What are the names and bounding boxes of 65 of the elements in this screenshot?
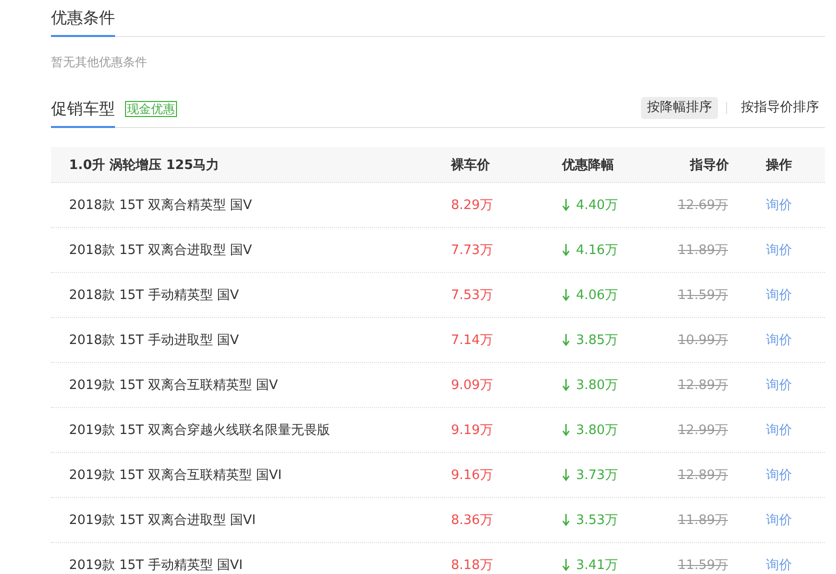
discount-amount: 4.40万 xyxy=(576,197,618,214)
table-cell-text: 2019款 15T 双离合进取型 国VI xyxy=(68,512,257,529)
sort-button[interactable]: 按降幅排序 xyxy=(641,97,718,119)
guide-price: 12.69万 xyxy=(678,198,728,213)
discount-amount: 4.16万 xyxy=(576,242,618,259)
table-cell-text: 8.18万 xyxy=(451,557,494,574)
guide-price: 10.99万 xyxy=(678,333,728,348)
table-cell-text: 9.16万 xyxy=(451,467,494,484)
inquire-link[interactable]: 询价 xyxy=(766,468,792,483)
note-text: 暂无其他优惠条件 xyxy=(51,54,148,71)
table-cell-text: 8.29万 xyxy=(451,197,494,214)
down-arrow-icon xyxy=(562,244,570,256)
section-title: 优惠条件 xyxy=(51,8,115,37)
column-header: 优惠降幅 xyxy=(562,156,615,174)
discount-amount: 3.73万 xyxy=(576,467,618,484)
guide-price: 11.89万 xyxy=(678,513,728,528)
column-header: 1.0升 涡轮增压 125马力 xyxy=(68,156,220,174)
down-arrow-icon xyxy=(562,469,570,481)
column-header: 操作 xyxy=(764,156,793,174)
table-cell-text: 2018款 15T 双离合精英型 国V xyxy=(68,197,253,214)
table-cell-text: 7.14万 xyxy=(451,332,494,349)
discount-amount: 3.41万 xyxy=(576,557,618,574)
down-arrow-icon xyxy=(562,199,570,211)
table-cell-text: 2019款 15T 双离合互联精英型 国VI xyxy=(68,467,283,484)
discount-amount: 3.85万 xyxy=(576,332,618,349)
section-title: 促销车型 xyxy=(51,99,115,128)
down-arrow-icon xyxy=(562,379,570,391)
down-arrow-icon xyxy=(562,424,570,436)
table-cell-text: 2018款 15T 双离合进取型 国V xyxy=(68,242,253,259)
discount-amount: 3.53万 xyxy=(576,512,618,529)
table-cell-text: 2018款 15T 手动进取型 国V xyxy=(68,332,240,349)
sort-button[interactable]: 按指导价排序 xyxy=(735,97,825,119)
down-arrow-icon xyxy=(562,289,570,301)
inquire-link[interactable]: 询价 xyxy=(766,198,792,213)
table-cell-text: 2019款 15T 双离合互联精英型 国V xyxy=(68,377,279,394)
down-arrow-icon xyxy=(562,559,570,571)
down-arrow-icon xyxy=(562,514,570,526)
column-header: 指导价 xyxy=(688,156,728,174)
inquire-link[interactable]: 询价 xyxy=(766,333,792,348)
inquire-link[interactable]: 询价 xyxy=(766,558,792,573)
table-cell-text: 2019款 15T 手动精英型 国VI xyxy=(68,557,244,574)
inquire-link[interactable]: 询价 xyxy=(766,513,792,528)
discount-amount: 4.06万 xyxy=(576,287,618,304)
table-cell-text: 7.73万 xyxy=(451,242,494,259)
table-cell-text: 7.53万 xyxy=(451,287,494,304)
guide-price: 11.89万 xyxy=(678,243,728,258)
column-header: 裸车价 xyxy=(451,156,491,174)
guide-price: 12.89万 xyxy=(678,378,728,393)
guide-price: 11.59万 xyxy=(678,558,728,573)
guide-price: 12.89万 xyxy=(678,468,728,483)
guide-price: 11.59万 xyxy=(678,288,728,303)
inquire-link[interactable]: 询价 xyxy=(766,423,792,438)
table-cell-text: 8.36万 xyxy=(451,512,494,529)
down-arrow-icon xyxy=(562,334,570,346)
discount-amount: 3.80万 xyxy=(576,422,618,439)
table-cell-text: 9.19万 xyxy=(451,422,494,439)
guide-price: 12.99万 xyxy=(678,423,728,438)
inquire-link[interactable]: 询价 xyxy=(766,378,792,393)
table-cell-text: 2019款 15T 双离合穿越火线联名限量无畏版 xyxy=(68,422,331,439)
inquire-link[interactable]: 询价 xyxy=(766,288,792,303)
table-cell-text: 9.09万 xyxy=(451,377,494,394)
discount-amount: 3.80万 xyxy=(576,377,618,394)
table-cell-text: 2018款 15T 手动精英型 国V xyxy=(68,287,240,304)
inquire-link[interactable]: 询价 xyxy=(766,243,792,258)
cash-discount-tag: 现金优惠 xyxy=(125,101,177,117)
